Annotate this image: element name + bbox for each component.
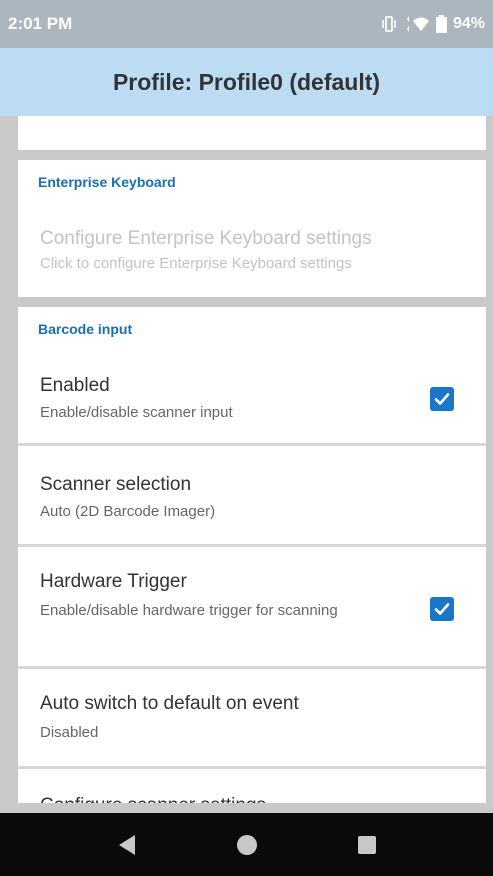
checkmark-icon (434, 603, 450, 615)
hardware-trigger-item[interactable]: Hardware Trigger Enable/disable hardware… (18, 547, 486, 664)
back-icon[interactable] (107, 825, 147, 865)
auto-switch-title: Auto switch to default on event (40, 693, 299, 714)
status-icons: 94% (380, 15, 485, 33)
configure-enterprise-keyboard-subtitle: Click to configure Enterprise Keyboard s… (40, 255, 352, 272)
section-title-enterprise-keyboard: Enterprise Keyboard (38, 174, 176, 190)
auto-switch-subtitle: Disabled (40, 724, 99, 741)
hardware-trigger-subtitle: Enable/disable hardware trigger for scan… (40, 602, 338, 619)
scanner-selection-title: Scanner selection (40, 474, 192, 495)
page-title: Profile: Profile0 (default) (112, 68, 381, 95)
enabled-subtitle: Enable/disable scanner input (40, 404, 233, 421)
battery-icon (435, 15, 447, 33)
wifi-icon (404, 15, 430, 33)
enabled-item[interactable]: Enabled Enable/disable scanner input (18, 353, 486, 441)
checkmark-icon (434, 393, 450, 405)
auto-switch-item[interactable]: Auto switch to default on event Disabled (18, 669, 486, 764)
status-bar: 2:01 PM 94% (0, 0, 493, 48)
hardware-trigger-title: Hardware Trigger (40, 571, 187, 592)
home-icon[interactable] (227, 825, 267, 865)
previous-card (18, 116, 486, 150)
enterprise-keyboard-card: Enterprise Keyboard Configure Enterprise… (18, 160, 486, 297)
enabled-title: Enabled (40, 375, 110, 396)
battery-percent: 94% (452, 15, 485, 32)
status-time: 2:01 PM (8, 14, 73, 33)
nav-gap (0, 803, 493, 813)
section-title-barcode-input: Barcode input (38, 321, 133, 337)
configure-enterprise-keyboard-item[interactable]: Configure Enterprise Keyboard settings C… (18, 210, 486, 290)
barcode-input-card: Barcode input Enabled Enable/disable sca… (18, 307, 486, 803)
vibrate-icon (380, 16, 398, 32)
scanner-selection-subtitle: Auto (2D Barcode Imager) (40, 503, 216, 520)
app-bar: Profile: Profile0 (default) (0, 48, 493, 116)
hardware-trigger-checkbox[interactable] (430, 597, 454, 621)
navigation-bar (0, 813, 493, 876)
enabled-checkbox[interactable] (430, 387, 454, 411)
recents-icon[interactable] (347, 825, 387, 865)
configure-enterprise-keyboard-title: Configure Enterprise Keyboard settings (40, 228, 372, 249)
configure-scanner-settings-title: Configure scanner settings (40, 795, 266, 803)
scanner-selection-item[interactable]: Scanner selection Auto (2D Barcode Image… (18, 446, 486, 542)
settings-list[interactable]: Enterprise Keyboard Configure Enterprise… (0, 116, 493, 803)
configure-scanner-settings-item[interactable]: Configure scanner settings (18, 769, 486, 803)
